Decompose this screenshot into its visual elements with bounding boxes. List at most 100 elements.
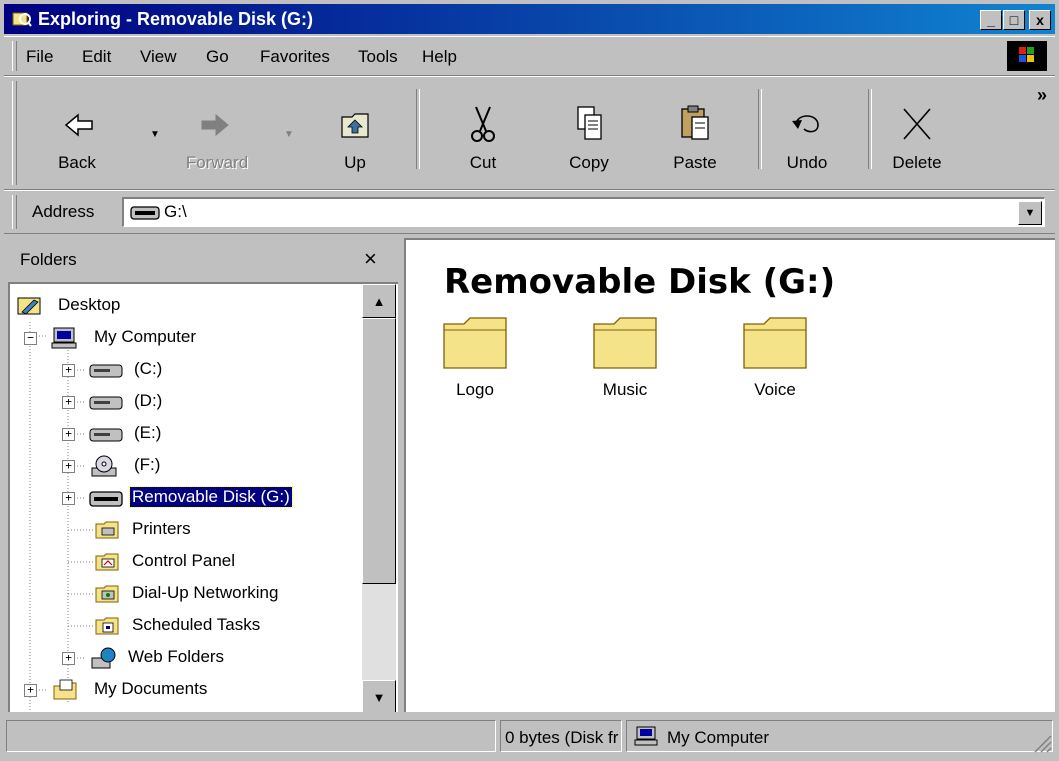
- minimize-icon: _: [987, 12, 995, 28]
- expand-icon[interactable]: +: [24, 684, 37, 697]
- removable-disk-icon: [130, 206, 160, 220]
- windows-logo-icon: [1007, 41, 1047, 71]
- close-icon: x: [1036, 12, 1044, 28]
- folder-tree[interactable]: Desktop − My Computer + (C:) + (D:) + (E…: [8, 282, 398, 712]
- scissors-icon: [471, 106, 495, 142]
- menu-view[interactable]: View: [140, 47, 177, 67]
- paste-button[interactable]: Paste: [650, 85, 740, 181]
- address-label: Address: [32, 202, 95, 221]
- tree-item-label: Desktop: [58, 295, 121, 314]
- scroll-thumb[interactable]: [362, 318, 396, 584]
- menu-grip[interactable]: [12, 41, 17, 71]
- close-button[interactable]: x: [1029, 10, 1051, 30]
- minimize-button[interactable]: _: [980, 10, 1002, 30]
- folder-item-voice[interactable]: Voice: [730, 312, 820, 400]
- control-panel-icon: [95, 553, 119, 571]
- expand-icon[interactable]: +: [62, 460, 75, 473]
- maximize-icon: □: [1009, 12, 1019, 28]
- back-dropdown-icon[interactable]: ▼: [150, 129, 160, 140]
- scheduled-tasks-icon: [95, 617, 119, 635]
- status-bar: 0 bytes (Disk free space My Computer: [4, 716, 1055, 756]
- folder-label: Voice: [754, 380, 796, 399]
- scroll-up-button[interactable]: ▲: [362, 284, 396, 318]
- my-documents-icon: [53, 679, 77, 700]
- menu-help[interactable]: Help: [422, 47, 457, 67]
- tree-item-label: (C:): [134, 359, 163, 378]
- desktop-icon: [17, 297, 41, 315]
- tree-item-label: Dial-Up Networking: [132, 583, 279, 602]
- removable-disk-icon: [89, 491, 123, 507]
- folder-label: Logo: [456, 380, 494, 399]
- title-bar[interactable]: Exploring - Removable Disk (G:) _ □ x: [4, 4, 1055, 34]
- maximize-button[interactable]: □: [1003, 10, 1025, 30]
- arrow-down-icon: ▼: [372, 689, 386, 705]
- tree-item-label: Control Panel: [132, 551, 236, 570]
- back-button[interactable]: Back: [32, 85, 122, 181]
- tree-item-label: My Computer: [94, 327, 197, 346]
- paste-icon: [681, 105, 709, 140]
- expand-icon[interactable]: +: [62, 364, 75, 377]
- window-title: Exploring - Removable Disk (G:): [38, 9, 314, 29]
- status-location: My Computer: [667, 728, 770, 747]
- address-dropdown-button[interactable]: ▼: [1018, 201, 1042, 225]
- menu-file[interactable]: File: [26, 47, 53, 67]
- menu-go[interactable]: Go: [206, 47, 229, 67]
- back-label: Back: [58, 153, 96, 172]
- web-folders-icon: [91, 647, 116, 669]
- resize-grip-icon[interactable]: [1031, 732, 1053, 754]
- chevron-down-icon: ▼: [1024, 207, 1036, 219]
- tree-item-label: Removable Disk (G:): [129, 486, 293, 508]
- folders-pane: Folders × Desktop − My Computer + (C:) +…: [8, 238, 398, 712]
- tree-item-label: (D:): [134, 391, 163, 410]
- my-computer-icon: [51, 327, 77, 349]
- expand-icon[interactable]: +: [62, 396, 75, 409]
- forward-dropdown-icon[interactable]: ▼: [284, 129, 294, 140]
- folder-icon: [593, 317, 657, 369]
- status-size: 0 bytes (Disk free space: [505, 728, 619, 747]
- cut-button[interactable]: Cut: [438, 85, 528, 181]
- folder-tree-scrollbar[interactable]: ▲ ▼: [362, 284, 396, 712]
- undo-button[interactable]: Undo: [762, 85, 852, 181]
- delete-x-icon: [903, 108, 931, 140]
- status-panel-location: My Computer: [626, 720, 1053, 752]
- cd-drive-icon: [91, 455, 117, 477]
- expand-icon[interactable]: +: [62, 428, 75, 441]
- address-input[interactable]: G:\ ▼: [122, 197, 1045, 227]
- menu-tools[interactable]: Tools: [358, 47, 398, 67]
- tree-item-label: Printers: [132, 519, 191, 538]
- folder-contents-pane[interactable]: Removable Disk (G:) Logo Music Voice: [404, 238, 1055, 712]
- address-grip[interactable]: [12, 195, 17, 229]
- collapse-icon[interactable]: −: [24, 332, 37, 345]
- paste-label: Paste: [673, 153, 717, 172]
- tree-item-label: (E:): [134, 423, 162, 442]
- menu-bar: File Edit View Go Favorites Tools Help: [4, 36, 1055, 76]
- menu-edit[interactable]: Edit: [82, 47, 111, 67]
- toolbar-separator: [416, 89, 420, 169]
- folder-title: Removable Disk (G:): [444, 262, 836, 302]
- menu-favorites[interactable]: Favorites: [260, 47, 330, 67]
- folder-item-music[interactable]: Music: [580, 312, 670, 400]
- up-button[interactable]: Up: [310, 85, 400, 181]
- back-arrow-icon: [64, 113, 93, 137]
- hard-drive-icon: [89, 396, 123, 410]
- copy-icon: [577, 106, 602, 140]
- forward-button[interactable]: Forward: [172, 85, 262, 181]
- folders-header: Folders ×: [8, 238, 398, 282]
- folders-close-icon[interactable]: ×: [364, 246, 377, 272]
- toolbar-grip[interactable]: [12, 81, 17, 185]
- folder-icon: [443, 317, 507, 369]
- scroll-down-button[interactable]: ▼: [362, 680, 396, 712]
- tree-item-label: Web Folders: [128, 647, 225, 666]
- status-panel-size: 0 bytes (Disk free space: [500, 720, 622, 752]
- dial-up-networking-icon: [95, 585, 119, 603]
- expand-icon[interactable]: +: [62, 652, 75, 665]
- folder-item-logo[interactable]: Logo: [430, 312, 520, 400]
- toolbar-more-chevron-icon[interactable]: »: [1037, 85, 1047, 106]
- undo-icon: [792, 115, 819, 133]
- expand-icon[interactable]: +: [62, 492, 75, 505]
- address-bar: Address G:\ ▼: [4, 190, 1055, 234]
- explorer-window: Exploring - Removable Disk (G:) _ □ x Fi…: [0, 0, 1059, 761]
- copy-button[interactable]: Copy: [544, 85, 634, 181]
- up-folder-icon: [341, 113, 369, 138]
- delete-button[interactable]: Delete: [872, 85, 962, 181]
